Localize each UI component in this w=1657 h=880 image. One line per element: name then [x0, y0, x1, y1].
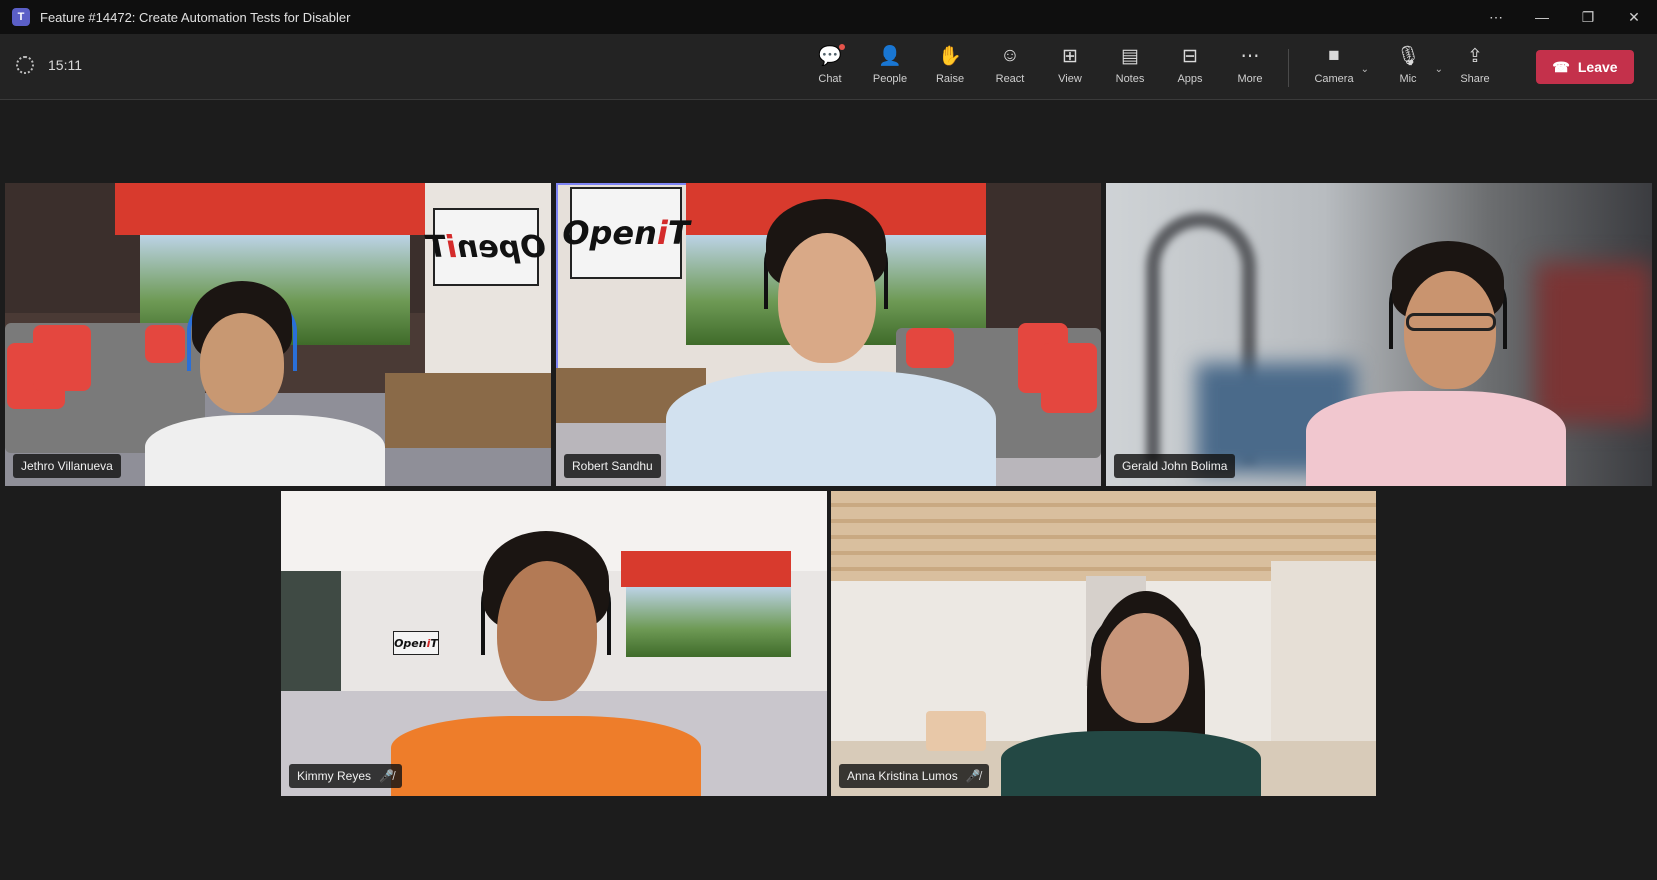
restore-icon[interactable]: ❐	[1565, 0, 1611, 34]
toolbar-divider	[1288, 49, 1289, 87]
view-icon: ⊞	[1062, 45, 1078, 67]
participant-name-tag: Kimmy Reyes 🎤̸	[289, 764, 402, 788]
notes-label: Notes	[1115, 73, 1145, 85]
openit-sign: Open i T	[426, 208, 546, 286]
leave-label: Leave	[1577, 59, 1618, 75]
people-label: People	[872, 73, 908, 85]
share-button[interactable]: ⇪ Share	[1445, 44, 1505, 92]
teams-logo-icon: T	[12, 8, 30, 26]
chat-button[interactable]: 💬 Chat	[800, 44, 860, 92]
more-button[interactable]: ⋯ More	[1220, 44, 1280, 92]
people-icon: 👤	[878, 46, 902, 67]
video-tile[interactable]: Open i T Jethro Villanueva	[5, 183, 551, 486]
participant-name: Robert Sandhu	[572, 459, 653, 473]
window-controls: ⋯ — ❐ ✕	[1473, 0, 1657, 34]
more-label: More	[1237, 73, 1263, 85]
more-icon: ⋯	[1240, 45, 1260, 67]
camera-label: Camera	[1314, 73, 1354, 85]
participant-name: Gerald John Bolima	[1122, 459, 1228, 473]
raise-hand-icon: ✋	[938, 46, 962, 67]
apps-label: Apps	[1177, 73, 1203, 85]
participant-name-tag: Robert Sandhu	[564, 454, 661, 478]
chat-label: Chat	[818, 73, 842, 85]
people-button[interactable]: 👤 People	[860, 44, 920, 92]
close-icon[interactable]: ✕	[1611, 0, 1657, 34]
participant-name-tag: Anna Kristina Lumos 🎤̸	[839, 764, 989, 788]
notes-icon: ▤	[1121, 45, 1139, 67]
meeting-info-icon[interactable]	[16, 56, 34, 74]
mic-muted-icon: 🎤̸	[379, 769, 394, 783]
mic-options-chevron-icon[interactable]: ⌄	[1435, 64, 1443, 75]
mic-muted-icon: 🎤̸	[965, 769, 981, 783]
window-title: Feature #14472: Create Automation Tests …	[40, 9, 351, 25]
participant-name: Kimmy Reyes	[297, 769, 372, 783]
timer-text: 15:11	[48, 57, 82, 73]
view-label: View	[1058, 73, 1082, 85]
react-label: React	[995, 73, 1025, 85]
participant-name-tag: Gerald John Bolima	[1114, 454, 1236, 478]
notes-button[interactable]: ▤ Notes	[1100, 44, 1160, 92]
react-icon: ☺	[1000, 45, 1020, 66]
camera-options-chevron-icon[interactable]: ⌄	[1361, 64, 1369, 75]
react-button[interactable]: ☺ React	[980, 44, 1040, 92]
camera-icon: ■	[1328, 45, 1340, 66]
apps-button[interactable]: ⊟ Apps	[1160, 44, 1220, 92]
mic-button[interactable]: 🎙 Mic ⌄	[1371, 44, 1445, 92]
video-tile[interactable]: Open i T Kimmy Reyes 🎤̸	[281, 491, 827, 796]
more-options-icon[interactable]: ⋯	[1473, 0, 1519, 34]
raise-hand-button[interactable]: ✋ Raise	[920, 44, 980, 92]
mic-label: Mic	[1399, 73, 1417, 85]
video-tile-active-speaker[interactable]: Open i T Robert Sandhu	[556, 183, 1101, 486]
video-tile[interactable]: Gerald John Bolima	[1106, 183, 1652, 486]
notification-dot	[838, 44, 845, 50]
phone-hangup-icon: ☎	[1552, 58, 1570, 75]
meeting-timer: 15:11	[16, 56, 82, 74]
title-bar: T Feature #14472: Create Automation Test…	[0, 0, 1657, 34]
share-label: Share	[1460, 73, 1490, 85]
chat-icon: 💬	[818, 44, 845, 68]
camera-button[interactable]: ■ Camera ⌄	[1297, 44, 1371, 92]
leave-button[interactable]: ☎ Leave	[1536, 50, 1634, 84]
minimize-icon[interactable]: —	[1519, 0, 1565, 34]
raise-label: Raise	[935, 73, 965, 85]
meeting-toolbar: 15:11 💬 Chat 👤 People ✋ Raise ☺ React ⊞ …	[0, 34, 1657, 100]
mic-icon: 🎙	[1395, 46, 1421, 67]
participant-name: Anna Kristina Lumos	[847, 769, 958, 783]
share-icon: ⇪	[1467, 45, 1483, 67]
video-tile[interactable]: Anna Kristina Lumos 🎤̸	[831, 491, 1376, 796]
toolbar-actions: 💬 Chat 👤 People ✋ Raise ☺ React ⊞ View ▤…	[800, 44, 1505, 92]
participant-name-tag: Jethro Villanueva	[13, 454, 121, 478]
view-button[interactable]: ⊞ View	[1040, 44, 1100, 92]
participant-name: Jethro Villanueva	[21, 459, 113, 473]
apps-icon: ⊟	[1182, 45, 1198, 67]
